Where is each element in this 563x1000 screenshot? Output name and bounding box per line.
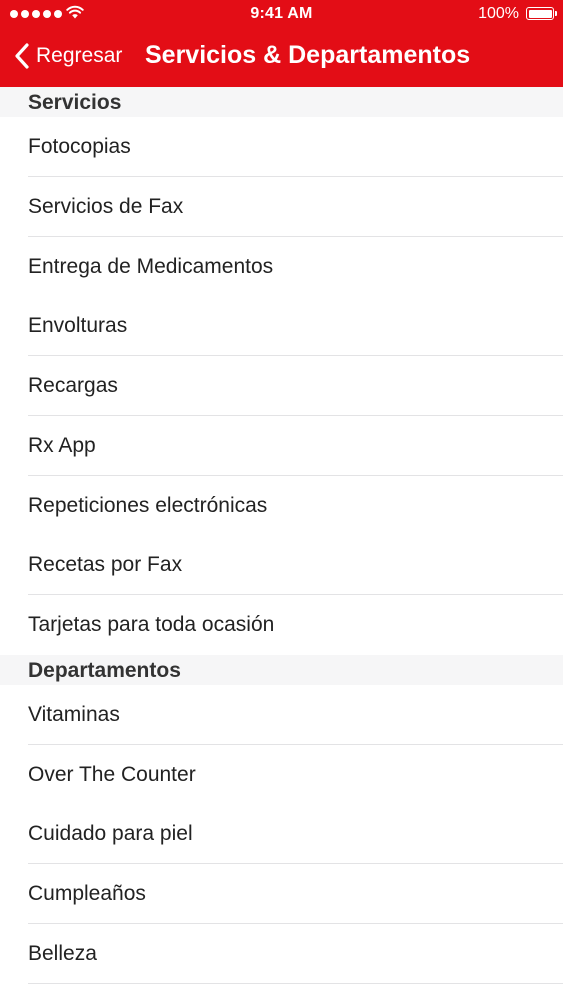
list-item-tarjetas-para-toda-ocasion[interactable]: Tarjetas para toda ocasión xyxy=(0,595,563,655)
list-item-label: Recargas xyxy=(28,374,118,397)
list-item-fotocopias[interactable]: Fotocopias xyxy=(0,117,563,177)
list-item-label: Repeticiones electrónicas xyxy=(28,494,268,517)
row-separator xyxy=(28,983,563,984)
back-button[interactable]: Regresar xyxy=(14,40,122,72)
nav-bar: Regresar Servicios & Departamentos xyxy=(0,30,563,87)
chevron-left-icon xyxy=(15,43,29,69)
back-label: Regresar xyxy=(36,44,123,67)
list-item-cuidado-para-piel[interactable]: Cuidado para piel xyxy=(0,804,563,864)
list-item-label: Over The Counter xyxy=(28,763,196,786)
status-bar: 9:41 AM 100% xyxy=(0,0,563,30)
list-item-label: Cumpleaños xyxy=(28,882,146,905)
list-item-rx-app[interactable]: Rx App xyxy=(0,416,563,476)
list-item-entrega-de-medicamentos[interactable]: Entrega de Medicamentos xyxy=(0,237,563,297)
list-item-label: Fotocopias xyxy=(28,135,131,158)
list-item-label: Belleza xyxy=(28,942,97,965)
list-item-label: Rx App xyxy=(28,434,96,457)
list-item-recetas-por-fax[interactable]: Recetas por Fax xyxy=(0,535,563,595)
battery-percent: 100% xyxy=(478,5,519,22)
list-item-label: Entrega de Medicamentos xyxy=(28,255,274,278)
list-item-label: Vitaminas xyxy=(28,703,120,726)
list-item-servicios-de-fax[interactable]: Servicios de Fax xyxy=(0,177,563,237)
screen: 9:41 AM 100% Regresar Servicios & Depart… xyxy=(0,0,563,1000)
top-bar: 9:41 AM 100% Regresar Servicios & Depart… xyxy=(0,0,563,87)
list-item-label: Tarjetas para toda ocasión xyxy=(28,613,275,636)
battery-icon xyxy=(526,7,554,20)
list-item-recargas[interactable]: Recargas xyxy=(0,356,563,416)
list-item-belleza[interactable]: Belleza xyxy=(0,924,563,984)
list-item-label: Servicios de Fax xyxy=(28,195,184,218)
list-item-envolturas[interactable]: Envolturas xyxy=(0,296,563,356)
list-item-label: Recetas por Fax xyxy=(28,553,183,576)
list-item-label: Envolturas xyxy=(28,314,128,337)
list-item-over-the-counter[interactable]: Over The Counter xyxy=(0,745,563,805)
list-item-cumpleanos[interactable]: Cumpleaños xyxy=(0,864,563,924)
battery-tip xyxy=(555,11,557,16)
section-header-servicios: Servicios xyxy=(0,87,563,118)
list-item-vitaminas[interactable]: Vitaminas xyxy=(0,685,563,745)
page-title: Servicios & Departamentos xyxy=(145,41,471,69)
list-item-repeticiones-electronicas[interactable]: Repeticiones electrónicas xyxy=(0,476,563,536)
list-item-label: Cuidado para piel xyxy=(28,822,193,845)
section-header-departamentos: Departamentos xyxy=(0,655,563,686)
